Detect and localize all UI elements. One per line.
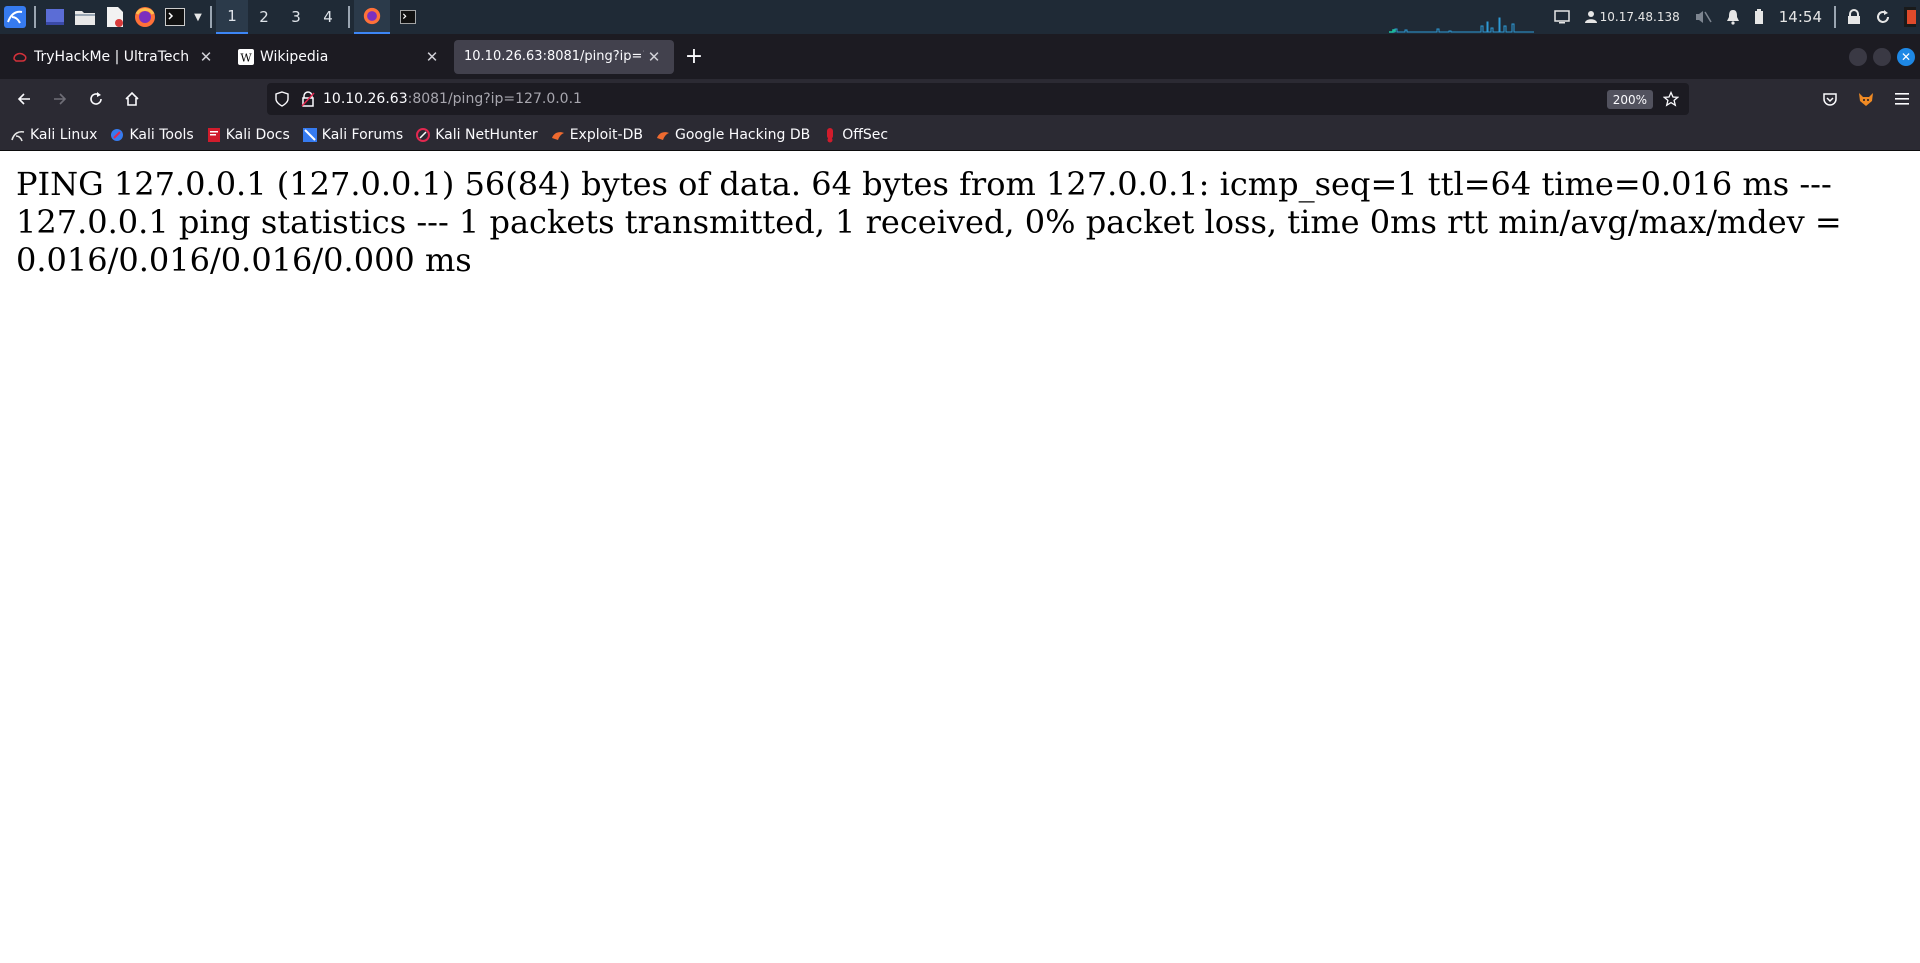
tab-wikipedia[interactable]: W Wikipedia ✕ [228, 40, 452, 74]
reload-icon [90, 92, 102, 105]
tryhackme-icon [13, 52, 27, 62]
file-manager-icon[interactable] [70, 0, 100, 34]
notification-bell-icon[interactable] [1719, 0, 1747, 34]
vpn-indicator[interactable]: 10.17.48.138 [1577, 0, 1687, 34]
new-tab-button[interactable]: + [678, 41, 710, 73]
bookmark-label: Kali Docs [225, 126, 290, 143]
bookmark-label: Kali Linux [30, 126, 98, 143]
power-icon[interactable] [1898, 0, 1920, 34]
speaker-muted-icon[interactable] [1687, 0, 1719, 34]
firefox-window-button[interactable] [354, 0, 390, 34]
offsec-icon [822, 127, 838, 143]
system-tray: 10.17.48.138 14:54 [1386, 0, 1920, 34]
bookmarks-toolbar: Kali Linux Kali Tools Kali Docs Kali For… [0, 119, 1920, 151]
pocket-icon [1823, 93, 1837, 106]
close-window-button[interactable]: ✕ [1897, 47, 1915, 66]
wikipedia-icon: W [238, 48, 254, 65]
toolbar-right [1812, 79, 1920, 119]
ping-output-text: PING 127.0.0.1 (127.0.0.1) 56(84) bytes … [16, 165, 1842, 279]
home-icon [125, 91, 139, 106]
pocket-button[interactable] [1812, 83, 1848, 115]
taskbar-separator [210, 6, 212, 28]
terminal-window-button[interactable] [390, 0, 426, 34]
reload-button[interactable] [78, 83, 114, 115]
bookmark-label: Exploit-DB [569, 126, 643, 143]
minimize-button[interactable] [1849, 47, 1867, 66]
ghdb-icon [655, 127, 671, 143]
clock[interactable]: 14:54 [1771, 8, 1830, 26]
zoom-indicator[interactable]: 200% [1606, 90, 1653, 109]
close-icon[interactable]: ✕ [644, 48, 664, 66]
tab-title: 10.10.26.63:8081/ping?ip=12 [464, 49, 644, 64]
vpn-ip-text: 10.17.48.138 [1599, 10, 1680, 24]
taskbar-separator [1834, 6, 1836, 28]
bookmark-label: OffSec [842, 126, 889, 143]
close-icon[interactable]: ✕ [422, 48, 442, 66]
home-button[interactable] [114, 83, 150, 115]
text-editor-icon[interactable] [100, 0, 130, 34]
arrow-left-icon [17, 93, 30, 105]
workspace-2[interactable]: 2 [248, 0, 280, 34]
desktop-icon[interactable] [40, 0, 70, 34]
tab-title: Wikipedia [260, 48, 329, 65]
url-path: :8081/ping?ip=127.0.0.1 [407, 91, 582, 107]
window-controls: ✕ [1846, 34, 1918, 79]
svg-text:W: W [240, 51, 252, 64]
hamburger-menu-icon [1895, 93, 1909, 105]
bookmark-kali-docs[interactable]: Kali Docs [206, 127, 290, 143]
taskbar-separator [348, 6, 350, 28]
app-menu-button[interactable] [1884, 83, 1920, 115]
chevron-down-icon[interactable]: ▼ [190, 0, 206, 34]
close-icon[interactable]: ✕ [196, 48, 216, 66]
taskbar-separator [34, 6, 36, 28]
battery-icon[interactable] [1747, 0, 1771, 34]
tab-tryhackme[interactable]: TryHackMe | UltraTech ✕ [2, 40, 226, 74]
bookmark-label: Google Hacking DB [674, 126, 811, 143]
navigation-toolbar: 10.10.26.63:8081/ping?ip=127.0.0.1 200% [0, 79, 1920, 119]
bookmark-label: Kali Forums [321, 126, 404, 143]
kali-icon [10, 127, 26, 143]
tracking-shield-icon[interactable] [267, 83, 297, 115]
bookmark-label: Kali NetHunter [435, 126, 538, 143]
nethunter-icon [415, 127, 431, 143]
terminal-icon[interactable] [160, 0, 190, 34]
display-icon[interactable] [1547, 0, 1577, 34]
insecure-lock-icon[interactable] [297, 83, 319, 115]
firefox-icon[interactable] [130, 0, 160, 34]
kali-tools-icon [109, 127, 125, 143]
workspace-4[interactable]: 4 [312, 0, 344, 34]
foxyproxy-icon [1859, 93, 1873, 106]
bookmark-exploit-db[interactable]: Exploit-DB [550, 127, 643, 143]
bookmark-kali-tools[interactable]: Kali Tools [109, 126, 194, 143]
bookmark-kali-linux[interactable]: Kali Linux [10, 127, 97, 143]
workspace-3[interactable]: 3 [280, 0, 312, 34]
maximize-button[interactable] [1873, 47, 1891, 66]
network-graph-icon [1386, 17, 1539, 34]
kali-forums-icon [302, 127, 318, 143]
bookmark-star-icon[interactable] [1659, 87, 1683, 111]
exploit-db-icon [550, 127, 566, 143]
back-button[interactable] [6, 83, 42, 115]
refresh-session-icon[interactable] [1868, 0, 1898, 34]
browser-tab-strip: TryHackMe | UltraTech ✕ W Wikipedia ✕ 10… [0, 34, 1920, 79]
user-lock-icon [1584, 11, 1597, 23]
extension-button[interactable] [1848, 83, 1884, 115]
kali-dragon-icon[interactable] [0, 0, 30, 34]
bookmark-kali-nethunter[interactable]: Kali NetHunter [415, 126, 538, 143]
bookmark-offsec[interactable]: OffSec [822, 127, 888, 143]
arrow-right-icon [54, 93, 67, 105]
bookmark-google-hacking-db[interactable]: Google Hacking DB [655, 127, 810, 143]
bookmark-kali-forums[interactable]: Kali Forums [302, 127, 403, 143]
page-content: PING 127.0.0.1 (127.0.0.1) 56(84) bytes … [0, 152, 1920, 963]
lock-screen-icon[interactable] [1840, 0, 1868, 34]
forward-button[interactable] [42, 83, 78, 115]
taskbar: ▼ 1 2 3 4 10.17.48.138 14:54 [0, 0, 1920, 34]
bookmark-label: Kali Tools [129, 126, 194, 143]
kali-docs-icon [206, 127, 222, 143]
address-bar[interactable]: 10.10.26.63:8081/ping?ip=127.0.0.1 200% [267, 83, 1689, 115]
url-host: 10.10.26.63 [323, 91, 408, 107]
tab-ping[interactable]: 10.10.26.63:8081/ping?ip=12 ✕ [454, 39, 674, 74]
workspace-1[interactable]: 1 [216, 0, 248, 34]
tab-title: TryHackMe | UltraTech [34, 48, 190, 65]
